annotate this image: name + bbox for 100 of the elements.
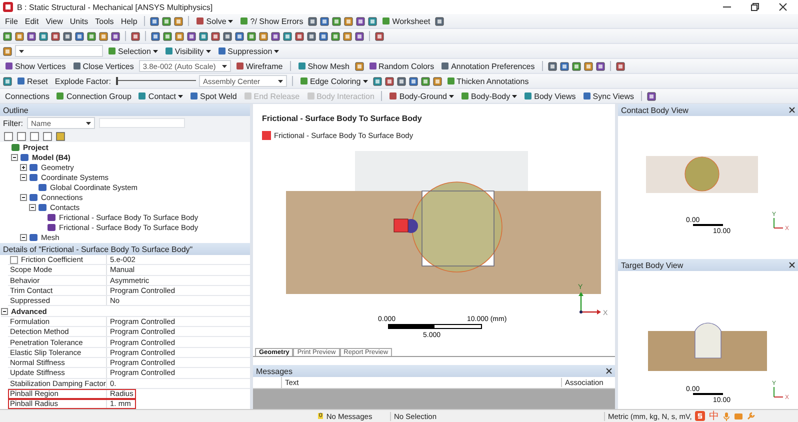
caret-icon — [512, 94, 518, 98]
tree-node-icon — [47, 222, 56, 232]
axis-triad-icon — [774, 386, 784, 398]
dropdown-field[interactable] — [15, 45, 103, 57]
close-icon[interactable] — [789, 262, 795, 268]
tool-icon — [190, 92, 198, 100]
tree-node-icon — [29, 232, 38, 242]
panel-header: Messages — [253, 365, 615, 377]
checkbox[interactable] — [10, 256, 18, 264]
close-icon[interactable] — [606, 368, 612, 374]
toolbar-button[interactable]: Body-Ground — [387, 90, 456, 102]
scale-bar — [693, 224, 723, 226]
toolbar-button[interactable]: Body Views — [522, 90, 578, 102]
tool-icon — [108, 47, 116, 55]
caret-icon — [178, 94, 183, 98]
toolbar-icon[interactable] — [616, 62, 625, 70]
tool-icon — [382, 17, 390, 25]
menu-item[interactable]: Edit — [22, 16, 41, 26]
toolbar-button[interactable]: Body-Body — [458, 90, 520, 102]
tool-icon — [524, 92, 532, 100]
close-icon[interactable] — [789, 107, 795, 113]
menu-item[interactable]: Units — [68, 16, 90, 26]
tool-icon — [164, 47, 173, 55]
tree-node-icon — [29, 192, 38, 202]
panel-header: Contact Body View — [618, 104, 798, 116]
toolbar-button[interactable]: Thicken Annotations — [444, 75, 531, 87]
caret-icon — [86, 122, 91, 124]
ime-logo-icon[interactable] — [694, 411, 705, 421]
toolbar-button[interactable]: Close Vertices — [70, 60, 136, 72]
toolbar-button[interactable]: Spot Weld — [188, 90, 239, 102]
toolbar-button[interactable]: Worksheet — [380, 15, 432, 27]
toolbar-button[interactable]: Contact — [136, 90, 185, 102]
toolbar-button[interactable]: Random Colors — [366, 60, 436, 72]
panel-header: Target Body View — [618, 259, 798, 271]
caret-icon — [152, 50, 158, 52]
tree-node-icon — [20, 152, 29, 162]
collapse-icon[interactable] — [29, 204, 36, 210]
toolbar-button[interactable]: Visibility — [162, 45, 213, 57]
tool-icon — [196, 17, 204, 25]
tree-node-icon — [29, 162, 38, 172]
slider-thumb[interactable] — [116, 77, 118, 85]
toolbar-label: Connections — [4, 92, 50, 100]
tool-icon — [236, 62, 244, 70]
caret-icon — [448, 94, 454, 98]
tool-icon — [138, 92, 146, 100]
tool-icon — [56, 92, 64, 100]
close-icon[interactable] — [778, 2, 788, 12]
toolbar-button[interactable]: Connection Group — [54, 90, 134, 102]
toolbar-button[interactable]: Suppression — [216, 45, 282, 57]
window-title: B : Static Structural - Mechanical [ANSYS Multiphysics] — [17, 2, 213, 12]
tree-node-icon — [47, 212, 56, 222]
graphics-title: Frictional - Surface Body To Surface Body — [261, 113, 423, 123]
filter-label: Filter: — [3, 118, 23, 128]
tree-node-icon — [38, 202, 47, 212]
toolbar-button[interactable]: Reset — [15, 75, 50, 87]
toolbar-icon[interactable] — [131, 32, 140, 40]
explode-slider[interactable] — [116, 76, 196, 86]
collapse-icon[interactable] — [20, 234, 27, 240]
tool-icon — [240, 17, 248, 25]
toolbar-button[interactable]: Selection — [106, 45, 160, 57]
toolbar-label: Explode Factor: — [54, 76, 112, 86]
toolbar-icon[interactable] — [3, 76, 12, 86]
filter-search-field[interactable] — [99, 118, 185, 128]
axis-triad-icon — [774, 218, 784, 228]
tool-icon — [218, 47, 226, 55]
toolbar-icon[interactable] — [646, 92, 656, 100]
expand-icon[interactable] — [20, 164, 27, 170]
axis-triad-icon — [578, 292, 601, 314]
collapse-icon[interactable] — [20, 174, 27, 180]
restore-icon[interactable] — [750, 2, 760, 12]
tool-icon — [368, 62, 376, 70]
caret-icon — [206, 50, 211, 52]
menu-item[interactable]: Help — [118, 16, 140, 26]
panel-header: Details of "Frictional - Surface Body To Surface Body" — [0, 243, 250, 255]
tree-node-icon — [11, 142, 20, 152]
menu-item[interactable]: Tools — [93, 16, 116, 26]
caret-icon — [278, 80, 283, 82]
tool-icon — [72, 62, 81, 70]
toolbar-button[interactable]: Sync Views — [580, 90, 636, 102]
tool-icon — [389, 92, 398, 100]
collapse-icon[interactable] — [20, 194, 27, 200]
caret-icon — [362, 80, 368, 82]
toolbar-button[interactable]: Solve — [194, 15, 236, 27]
caret-icon — [274, 50, 280, 52]
toolbar-button[interactable]: Annotation Preferences — [439, 60, 537, 72]
tool-icon — [244, 92, 252, 100]
toolbar-button[interactable]: Show Mesh — [296, 60, 352, 72]
collapse-icon[interactable] — [1, 308, 8, 315]
toolbar-button[interactable]: Show Vertices — [3, 60, 68, 72]
collapse-icon[interactable] — [11, 154, 18, 160]
toolbar-button[interactable]: Edge Coloring — [298, 75, 370, 87]
scale-bar — [693, 393, 723, 395]
menu-item[interactable]: View — [44, 16, 65, 26]
panel-header: Outline — [0, 104, 250, 116]
menu-item[interactable]: File — [3, 16, 20, 26]
toolbar-button[interactable]: ?/ Show Errors — [238, 15, 306, 27]
toolbar-icon[interactable] — [435, 16, 444, 26]
tree-node-icon — [29, 172, 38, 182]
tool-icon — [582, 92, 591, 100]
toolbar-button[interactable]: Wireframe — [234, 60, 285, 72]
